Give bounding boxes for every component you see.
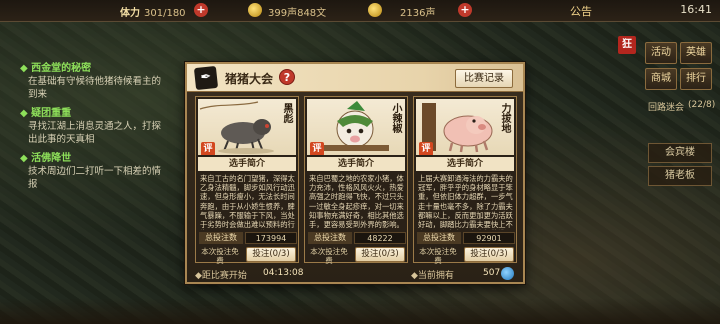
intro-text: 来自工古的名门望猪，深得太乙身法精髓，脚步如风行动迅速，但身形瘦小，无法长时间奔… (200, 174, 295, 230)
contestant-name: 黑彪 (281, 103, 292, 123)
stamina-value: 301/180 (144, 8, 186, 19)
brush-logo-icon: ✒ (193, 65, 219, 91)
quest-title: ◆ 西金堂的秘密 (20, 63, 92, 74)
quest-description: 技术周边们二打听一下相差的情报 (28, 166, 162, 190)
location-item-huibinlou[interactable]: 会宾楼 (648, 143, 712, 163)
clock: 16:41 (680, 3, 712, 16)
vote-total-count: 92901 (463, 232, 515, 244)
intro-title: 选手简介 (307, 157, 405, 171)
add-gold-icon[interactable]: + (458, 3, 472, 17)
free-vote-label: 本次投注免费 (419, 247, 457, 265)
dialog-footer: ◆距比赛开始 04:13:08 ◆当前拥有 507 (187, 267, 523, 282)
top-status-bar: 体力 301/180 + 399声848文 2136声 + 公告 16:41 (0, 0, 720, 22)
vote-total-count: 173994 (245, 232, 297, 244)
quest-item[interactable]: ◆ 疑团重重 寻找江湖上消息灵通之人，打探出此事的天真相 (20, 107, 170, 146)
npc-item-zhulaoban[interactable]: 猪老板 (648, 166, 712, 186)
stamina-label: 体力 (120, 8, 140, 19)
gold-coin-icon (368, 3, 382, 17)
quest-title: ◆ 活佛降世 (20, 153, 72, 164)
comment-badge[interactable]: 评 (201, 142, 215, 155)
countdown-value: 04:13:08 (263, 268, 304, 278)
intro-title: 选手简介 (416, 157, 514, 171)
bottom-toolbar (0, 298, 720, 324)
hero-button[interactable]: 英雄 (680, 42, 712, 64)
free-vote-label: 本次投注免费 (310, 247, 348, 265)
activity-button[interactable]: 活动 (645, 42, 677, 64)
comment-badge[interactable]: 评 (310, 142, 324, 155)
pig-contest-dialog: ✒ 猪猪大会 ? 比赛记录 黑彪 评 选手简介 来自工古的名门望猪，深得太乙身法… (185, 62, 525, 284)
token-icon (501, 267, 514, 280)
comment-badge[interactable]: 评 (419, 142, 433, 155)
quest-title: ◆ 疑团重重 (20, 108, 72, 119)
vote-total-row: 总投注数 173994 (199, 232, 297, 244)
owned-label: ◆当前拥有 (411, 271, 454, 281)
vote-button[interactable]: 投注(0/3) (464, 247, 514, 262)
contestant-portrait: 小辣椒 评 (307, 99, 405, 155)
contestant-name: 力拔地 (499, 103, 510, 133)
contestant-card: 力拔地 评 选手简介 上届大赛卸通海法的力霸夫的冠军，胖乎乎的身材略显于笨重，但… (413, 96, 517, 265)
countdown-label: ◆距比赛开始 (195, 271, 247, 281)
owned-value: 507 (483, 268, 501, 278)
alliance-label: 回路迷会 (648, 103, 685, 113)
silver-value: 399声848文 (268, 8, 327, 19)
dialog-title: 猪猪大会 (225, 72, 274, 86)
vote-total-count: 48222 (354, 232, 406, 244)
intro-title: 选手简介 (198, 157, 296, 171)
free-vote-label: 本次投注免费 (201, 247, 239, 265)
intro-text: 上届大赛卸通海法的力霸夫的冠军，胖乎乎的身材略显于笨重，但依旧体力超群，一步气走… (418, 174, 513, 230)
stamina-stat: 体力 301/180 (120, 4, 186, 19)
contestant-portrait: 黑彪 评 (198, 99, 296, 155)
dialog-header: ✒ 猪猪大会 ? 比赛记录 (187, 64, 523, 92)
quest-tracker: ◆ 西金堂的秘密 在基础有守候待他猪待候看主的到来 ◆ 疑团重重 寻找江湖上消息… (20, 62, 170, 197)
quest-item[interactable]: ◆ 西金堂的秘密 在基础有守候待他猪待候看主的到来 (20, 62, 170, 101)
vote-button[interactable]: 投注(0/3) (355, 247, 405, 262)
contestant-portrait: 力拔地 评 (416, 99, 514, 155)
vote-total-label: 总投注数 (308, 232, 352, 244)
vote-button[interactable]: 投注(0/3) (246, 247, 296, 262)
contestant-card: 小辣椒 评 选手简介 来自巴蜀之地的农家小猪，体力充沛，性格风风火火，热爱高强之… (304, 96, 408, 265)
match-record-button[interactable]: 比赛记录 (455, 69, 513, 88)
vote-total-row: 总投注数 92901 (417, 232, 515, 244)
shop-button[interactable]: 商城 (645, 68, 677, 90)
announcement-button[interactable]: 公告 (570, 3, 592, 19)
quest-description: 在基础有守候待他猪待候看主的到来 (28, 76, 162, 100)
alliance-level: (22/8) (688, 100, 716, 110)
contestant-name: 小辣椒 (390, 103, 401, 133)
silver-coin-icon (248, 3, 262, 17)
gold-value: 2136声 (400, 8, 436, 19)
quest-item[interactable]: ◆ 活佛降世 技术周边们二打听一下相差的情报 (20, 152, 170, 191)
vote-total-label: 总投注数 (199, 232, 243, 244)
vote-total-label: 总投注数 (417, 232, 461, 244)
ranking-button[interactable]: 排行 (680, 68, 712, 90)
intro-text: 来自巴蜀之地的农家小猪，体力充沛，性格风风火火，热爱高强之时跑得飞快，不过只头一… (309, 174, 404, 230)
quest-description: 寻找江湖上消息灵通之人，打探出此事的天真相 (28, 121, 162, 145)
help-icon[interactable]: ? (279, 69, 295, 85)
vote-total-row: 总投注数 48222 (308, 232, 406, 244)
contestant-card: 黑彪 评 选手简介 来自工古的名门望猪，深得太乙身法精髓，脚步如风行动迅速，但身… (195, 96, 299, 265)
add-stamina-icon[interactable]: + (194, 3, 208, 17)
rage-badge[interactable]: 狂 (618, 36, 636, 54)
